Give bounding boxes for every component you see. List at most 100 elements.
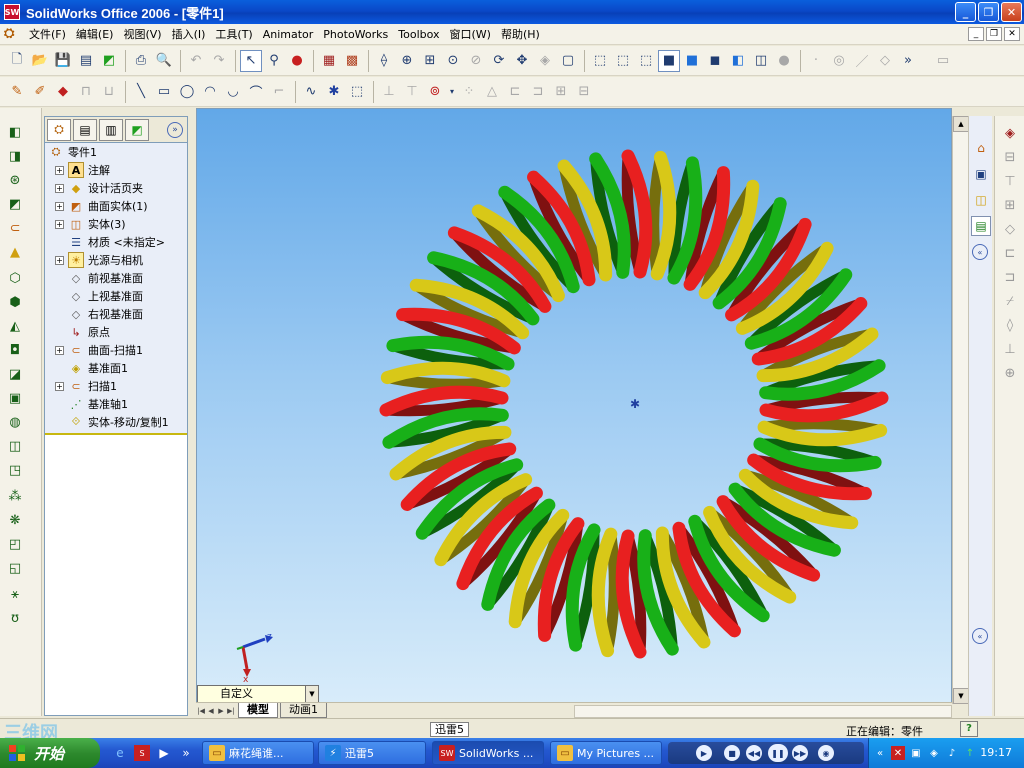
shell-icon[interactable]: ◘ (5, 340, 25, 360)
tree-item-solid-bodies[interactable]: + ◫ 实体(3) (45, 215, 126, 233)
menu-animator[interactable]: Animator (258, 28, 319, 41)
menu-view[interactable]: 视图(V) (118, 26, 166, 42)
tray-app-icon[interactable]: ✕ (891, 746, 905, 760)
tree-item-origin[interactable]: ↳ 原点 (45, 323, 110, 341)
tree-item-right-plane[interactable]: ◇ 右视基准面 (45, 305, 143, 323)
menu-help[interactable]: 帮助(H) (496, 26, 545, 42)
doc-close-button[interactable]: ✕ (1004, 27, 1020, 41)
add-relation-icon[interactable]: ⊓ (75, 81, 97, 103)
redo-icon[interactable]: ↷ (208, 50, 230, 72)
solidworks-menu-icon[interactable]: ⛭ (4, 26, 20, 42)
shaded-with-edges-icon[interactable]: ■ (658, 49, 680, 72)
tree-item-design-binder[interactable]: + ◆ 设计活页夹 (45, 179, 143, 197)
next-tab-icon[interactable]: ▶ (216, 705, 226, 717)
home-icon[interactable]: ⌂ (971, 138, 991, 158)
security-icon[interactable]: ◈ (927, 746, 941, 760)
next-icon[interactable]: ▶▶ (792, 745, 808, 761)
help-icon[interactable]: ? (960, 721, 978, 737)
zoom-in-out-icon[interactable]: ⊙ (442, 50, 464, 72)
expand-task-pane-icon[interactable]: « (972, 628, 988, 644)
rotate-entities-icon[interactable]: ⊟ (573, 81, 595, 103)
tab-model[interactable]: 模型 (238, 703, 278, 718)
pause-icon[interactable]: ❚❚ (768, 744, 788, 762)
shadows-icon[interactable]: ◼ (704, 50, 726, 72)
chevron-down-icon[interactable]: ▼ (305, 686, 318, 702)
circular-pattern-icon[interactable]: ⊐ (527, 81, 549, 103)
fillet-icon[interactable]: ⌐ (268, 81, 290, 103)
media-player-icon[interactable]: ▶ (156, 745, 172, 761)
taskbar-item[interactable]: SW SolidWorks ... (432, 741, 544, 765)
expand-icon[interactable]: + (55, 255, 64, 265)
hidden-lines-visible-icon[interactable]: ⬚ (612, 50, 634, 72)
file-explorer-icon[interactable]: ◫ (971, 190, 991, 210)
baseline-dim-icon[interactable]: ⊟ (999, 146, 1021, 168)
extruded-cut-icon[interactable]: ⊂ (5, 218, 25, 238)
vertical-scrollbar[interactable]: ▲ ▼ (952, 116, 969, 704)
measure-icon[interactable]: ⟠ (373, 50, 395, 72)
rectangle-icon[interactable]: ▭ (153, 81, 175, 103)
expand-icon[interactable]: + (55, 183, 64, 193)
tree-item-axis1[interactable]: ⋰ 基准轴1 (45, 395, 129, 413)
point-icon[interactable]: · (805, 50, 827, 72)
solidworks-app-icon[interactable]: SW (4, 4, 20, 20)
tree-item-sweep1[interactable]: + ⊂ 扫描1 (45, 377, 117, 395)
linear-pattern-icon[interactable]: ⊏ (504, 81, 526, 103)
flex-icon[interactable]: ◫ (5, 436, 25, 456)
previous-icon[interactable]: ◀◀ (746, 745, 762, 761)
select-filter-icon[interactable]: ⚲ (263, 50, 285, 72)
plane-select-icon[interactable]: ◇ (874, 50, 896, 72)
standard-views-icon[interactable]: ▢ (557, 50, 579, 72)
shaded-icon[interactable]: ■ (681, 50, 703, 72)
speaker-icon[interactable]: ♪ (945, 746, 959, 760)
configurationmanager-tab-icon[interactable]: ▥ (99, 118, 123, 141)
torus-spring-model[interactable]: ✱ (197, 109, 952, 704)
mirror-feature-icon[interactable]: ◰ (5, 534, 25, 554)
spline-icon[interactable]: ∿ (300, 81, 322, 103)
wireframe-icon[interactable]: ⬚ (589, 50, 611, 72)
dome-icon[interactable]: ◍ (5, 412, 25, 432)
hole-icon[interactable]: ▣ (5, 388, 25, 408)
menu-edit[interactable]: 编辑(E) (71, 26, 119, 42)
make-drawing-icon[interactable]: ◩ (98, 50, 120, 72)
line-icon[interactable]: ／ (851, 50, 873, 72)
print-icon[interactable]: ⎙ (130, 50, 152, 72)
volume-icon[interactable]: ◉ (818, 745, 834, 761)
chamfer-icon[interactable]: ⬢ (5, 292, 25, 312)
chamfer-dim-icon[interactable]: ⊞ (999, 194, 1021, 216)
ie-icon[interactable]: e (112, 745, 128, 761)
circle-icon[interactable]: ◯ (176, 81, 198, 103)
tree-item-surface-bodies[interactable]: + ◩ 曲面实体(1) (45, 197, 148, 215)
traffic-light-icon[interactable]: ● (286, 50, 308, 72)
horizontal-scrollbar[interactable] (574, 705, 952, 718)
minimize-button[interactable]: _ (955, 2, 976, 22)
circular-pattern-feature-icon[interactable]: ❋ (5, 510, 25, 530)
doc-minimize-button[interactable]: _ (968, 27, 984, 41)
trim-icon[interactable]: ⊥ (378, 81, 400, 103)
expand-icon[interactable]: + (55, 381, 64, 391)
new-icon[interactable]: 🗋 (6, 50, 28, 72)
centerline-icon[interactable]: ⬚ (346, 81, 368, 103)
revolved-boss-icon[interactable]: ◨ (5, 146, 25, 166)
view-orientation-icon[interactable]: ◈ (534, 50, 556, 72)
tab-animation1[interactable]: 动画1 (280, 703, 327, 718)
stop-icon[interactable]: ■ (724, 745, 740, 761)
swept-boss-icon[interactable]: ⊛ (5, 170, 25, 190)
prev-tab-icon[interactable]: ◀ (206, 705, 216, 717)
revolved-cut-icon[interactable]: ▲ (5, 242, 25, 262)
datum-icon[interactable]: ⊥ (999, 338, 1021, 360)
fillet-feature-icon[interactable]: ⬡ (5, 268, 25, 288)
menu-insert[interactable]: 插入(I) (167, 26, 211, 42)
featuremanager-tab-icon[interactable]: ⛭ (47, 118, 71, 141)
start-button[interactable]: 开始 (0, 738, 100, 768)
photoworks-tab-icon[interactable]: ◩ (125, 118, 149, 141)
tree-item-annotations[interactable]: + A 注解 (45, 161, 110, 179)
expand-icon[interactable]: + (55, 345, 64, 355)
view-palette-icon[interactable]: ▤ (971, 216, 991, 236)
propertymanager-tab-icon[interactable]: ▤ (73, 118, 97, 141)
gtol-icon[interactable]: ◊ (999, 314, 1021, 336)
preview-icon[interactable]: 🔍 (153, 50, 175, 72)
close-button[interactable]: ✕ (1001, 2, 1022, 22)
collapse-task-pane-icon[interactable]: « (972, 244, 988, 260)
tree-item-surface-sweep[interactable]: + ⊂ 曲面-扫描1 (45, 341, 143, 359)
3pt-arc-icon[interactable]: ⌒ (245, 81, 267, 103)
